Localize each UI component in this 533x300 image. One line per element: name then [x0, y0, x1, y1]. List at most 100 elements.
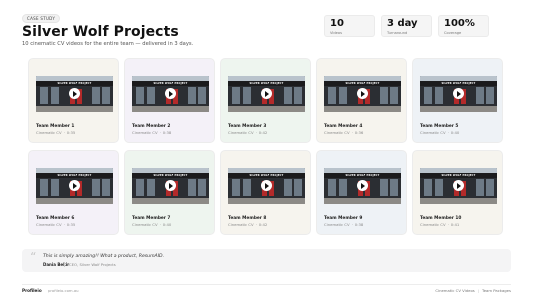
thumbnail-window [51, 87, 59, 104]
card-duration: 0:38 [354, 222, 364, 227]
card-meta: Cinematic CV · 0:35 [36, 222, 75, 227]
play-icon[interactable] [260, 180, 272, 191]
card-duration: 0:36 [354, 130, 364, 135]
thumbnail-sidewalk [324, 106, 401, 112]
video-card[interactable]: SILVER WOLF PROJECT Team Member 3 Cinema… [220, 58, 311, 143]
video-card[interactable]: SILVER WOLF PROJECT Team Member 5 Cinema… [412, 58, 503, 143]
card-member-name: Team Member 2 [132, 124, 171, 129]
video-thumbnail[interactable]: SILVER WOLF PROJECT [324, 76, 401, 112]
thumbnail-window [424, 179, 432, 196]
thumbnail-window [232, 87, 240, 104]
card-duration: 0:35 [66, 222, 76, 227]
video-card[interactable]: SILVER WOLF PROJECT Team Member 7 Cinema… [124, 150, 215, 235]
stats-row: 10 Videos 3 day Turnaround 100% Coverage [324, 15, 489, 37]
thumbnail-sidewalk [420, 198, 497, 204]
video-thumbnail[interactable]: SILVER WOLF PROJECT [36, 76, 113, 112]
play-icon[interactable] [356, 88, 368, 99]
video-card[interactable]: SILVER WOLF PROJECT Team Member 9 Cinema… [316, 150, 407, 235]
thumbnail-sidewalk [36, 198, 113, 204]
footer-separator: | [477, 288, 480, 293]
video-thumbnail[interactable]: SILVER WOLF PROJECT [36, 168, 113, 204]
video-thumbnail[interactable]: SILVER WOLF PROJECT [420, 76, 497, 112]
thumbnail-sidewalk [228, 106, 305, 112]
card-type: Cinematic CV [228, 222, 254, 227]
stat-label: Videos [330, 31, 342, 35]
video-card[interactable]: SILVER WOLF PROJECT Team Member 2 Cinema… [124, 58, 215, 143]
thumbnail-window [339, 179, 347, 196]
card-meta: Cinematic CV · 0:41 [420, 222, 459, 227]
testimonial-author: Dania Bekir [43, 262, 70, 267]
card-meta: Cinematic CV · 0:42 [228, 222, 267, 227]
play-icon[interactable] [164, 88, 176, 99]
thumbnail-window [294, 87, 302, 104]
video-thumbnail[interactable]: SILVER WOLF PROJECT [132, 168, 209, 204]
thumbnail-window [328, 179, 336, 196]
video-thumbnail[interactable]: SILVER WOLF PROJECT [132, 76, 209, 112]
video-card[interactable]: SILVER WOLF PROJECT Team Member 10 Cinem… [412, 150, 503, 235]
footer-brand-logo[interactable]: Profileio [22, 288, 42, 293]
footer-links: Cinematic CV Videos | Team Packages [435, 288, 511, 293]
thumbnail-window [40, 179, 48, 196]
card-type: Cinematic CV [420, 130, 446, 135]
thumbnail-sidewalk [228, 198, 305, 204]
stat-label: Coverage [444, 31, 462, 35]
card-type: Cinematic CV [36, 130, 62, 135]
card-member-name: Team Member 5 [420, 124, 459, 129]
thumbnail-window [380, 179, 388, 196]
thumbnail-window [198, 87, 206, 104]
thumbnail-sidewalk [36, 106, 113, 112]
video-thumbnail[interactable]: SILVER WOLF PROJECT [324, 168, 401, 204]
thumbnail-window [284, 179, 292, 196]
card-meta: Cinematic CV · 0:38 [324, 222, 363, 227]
card-member-name: Team Member 3 [228, 124, 267, 129]
stat-label: Turnaround [387, 31, 408, 35]
video-thumbnail[interactable]: SILVER WOLF PROJECT [228, 76, 305, 112]
card-type: Cinematic CV [132, 130, 158, 135]
thumbnail-window [198, 179, 206, 196]
thumbnail-window [328, 87, 336, 104]
footer-divider [22, 284, 511, 285]
thumbnail-window [476, 179, 484, 196]
thumbnail-window [294, 179, 302, 196]
card-member-name: Team Member 10 [420, 216, 462, 221]
video-thumbnail[interactable]: SILVER WOLF PROJECT [420, 168, 497, 204]
thumbnail-window [284, 87, 292, 104]
thumbnail-window [486, 179, 494, 196]
thumbnail-window [435, 179, 443, 196]
thumbnail-sidewalk [132, 106, 209, 112]
page-subtitle: 10 cinematic CV videos for the entire te… [22, 41, 194, 47]
thumbnail-window [102, 87, 110, 104]
thumbnail-window [243, 179, 251, 196]
video-thumbnail[interactable]: SILVER WOLF PROJECT [228, 168, 305, 204]
thumbnail-window [92, 179, 100, 196]
play-icon[interactable] [356, 180, 368, 191]
thumbnail-sidewalk [132, 198, 209, 204]
card-duration: 0:35 [66, 130, 76, 135]
footer-site-link[interactable]: profileio.com.au [48, 288, 79, 293]
quote-mark-icon: “ [30, 250, 37, 264]
video-card[interactable]: SILVER WOLF PROJECT Team Member 6 Cinema… [28, 150, 119, 235]
stat-value: 10 [330, 18, 344, 29]
play-icon[interactable] [452, 180, 464, 191]
play-icon[interactable] [164, 180, 176, 191]
video-card[interactable]: SILVER WOLF PROJECT Team Member 1 Cinema… [28, 58, 119, 143]
play-icon[interactable] [68, 88, 80, 99]
video-card[interactable]: SILVER WOLF PROJECT Team Member 8 Cinema… [220, 150, 311, 235]
card-meta: Cinematic CV · 0:40 [132, 222, 171, 227]
video-card[interactable]: SILVER WOLF PROJECT Team Member 4 Cinema… [316, 58, 407, 143]
card-duration: 0:42 [258, 130, 268, 135]
footer-link-team-packages[interactable]: Team Packages [482, 288, 511, 293]
card-duration: 0:40 [162, 222, 172, 227]
footer-link-cinematic[interactable]: Cinematic CV Videos [435, 288, 474, 293]
thumbnail-sidewalk [324, 198, 401, 204]
stat-coverage: 100% Coverage [438, 15, 489, 37]
play-icon[interactable] [452, 88, 464, 99]
play-icon[interactable] [68, 180, 80, 191]
case-study-tag: CASE STUDY [22, 14, 61, 23]
play-icon[interactable] [260, 88, 272, 99]
card-duration: 0:42 [258, 222, 268, 227]
card-member-name: Team Member 7 [132, 216, 171, 221]
card-type: Cinematic CV [36, 222, 62, 227]
card-meta: Cinematic CV · 0:35 [36, 130, 75, 135]
testimonial-role: CEO, Silver Wolf Projects [69, 262, 116, 267]
